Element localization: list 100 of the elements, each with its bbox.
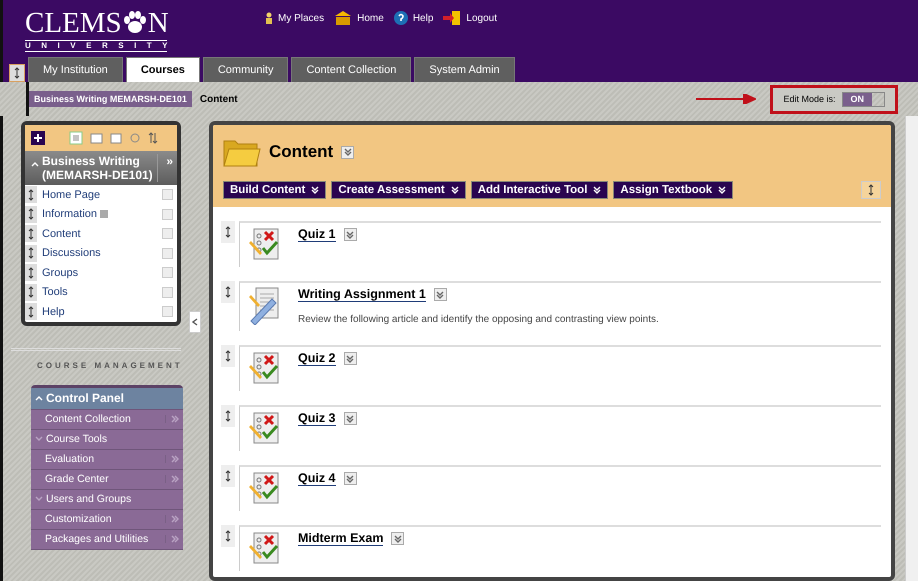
action-menu-button[interactable]: Build Content (223, 181, 326, 199)
section-heading: COURSE MANAGEMENT (36, 360, 181, 370)
edit-mode-label: Edit Mode is: (783, 94, 836, 104)
double-caret-icon (450, 186, 459, 194)
nav-tab[interactable]: Courses (126, 57, 200, 82)
control-panel-item[interactable]: Packages and Utilities (31, 530, 183, 550)
action-menu-button[interactable]: Add Interactive Tool (470, 181, 608, 199)
control-panel-label: Evaluation (45, 452, 94, 464)
nav-tab[interactable]: Content Collection (291, 57, 412, 82)
content-item-link[interactable]: Writing Assignment 1 (298, 287, 426, 302)
options-button[interactable] (391, 532, 404, 545)
options-button[interactable] (341, 146, 354, 158)
chevron-icon (171, 474, 179, 482)
collapse-button[interactable] (189, 311, 201, 333)
reorder-icon[interactable] (868, 184, 874, 196)
double-caret-icon (436, 290, 444, 298)
add-icon[interactable] (31, 131, 45, 145)
drag-handle-icon[interactable] (225, 226, 231, 238)
double-caret-icon (394, 534, 402, 542)
content-item-link[interactable]: Quiz 2 (298, 351, 336, 366)
course-menu-link[interactable]: Groups (42, 266, 78, 279)
chevron-icon (171, 454, 179, 462)
logo-subtitle: UNIVERSITY (25, 40, 167, 52)
control-panel-item[interactable]: Customization (31, 510, 183, 530)
top-link[interactable]: Help (394, 10, 434, 26)
drag-handle-icon[interactable] (28, 266, 34, 279)
drag-handle-icon[interactable] (28, 228, 34, 240)
course-menu-link[interactable]: Discussions (42, 247, 101, 260)
item-description: Review the following article and identify the opposing and contrasting view points. (298, 314, 659, 325)
top-link[interactable]: Home (334, 10, 384, 26)
top-link[interactable]: My Places (265, 10, 324, 26)
drag-handle-icon[interactable] (28, 286, 34, 298)
nav-tab[interactable]: My Institution (28, 57, 123, 82)
breadcrumb-page: Content (200, 94, 238, 104)
drag-handle-icon[interactable] (225, 350, 231, 362)
control-panel-label: Grade Center (45, 472, 109, 484)
double-caret-icon (346, 414, 354, 422)
collapse-icon (35, 394, 43, 402)
collapse-icon (31, 160, 39, 168)
course-menu-link[interactable]: Information (42, 208, 108, 220)
control-panel-label: Course Tools (46, 432, 108, 444)
drag-handle-icon[interactable] (28, 188, 34, 201)
action-menu-button[interactable]: Create Assessment (331, 181, 466, 199)
content-item-link[interactable]: Quiz 4 (298, 471, 336, 486)
course-menu-link[interactable]: Help (42, 306, 65, 318)
options-button[interactable] (344, 472, 357, 485)
course-menu-link[interactable]: Tools (42, 286, 68, 298)
double-caret-icon (718, 186, 726, 194)
drag-handle-icon[interactable] (28, 208, 34, 220)
drag-handle-icon[interactable] (28, 306, 34, 318)
options-button[interactable] (434, 288, 447, 301)
chevron-icon (171, 534, 179, 542)
expand-toggle[interactable]: » (157, 154, 173, 182)
control-panel-item[interactable]: Grade Center (31, 470, 183, 490)
control-panel-label: Customization (45, 512, 112, 524)
scrollbar[interactable] (905, 116, 918, 581)
control-panel-item[interactable]: Course Tools (31, 430, 183, 450)
double-caret-icon (346, 230, 354, 238)
logo-text: N (148, 8, 169, 38)
paw-icon (122, 11, 148, 35)
chevron-icon (171, 414, 179, 422)
content-item-link[interactable]: Quiz 3 (298, 411, 336, 426)
options-button[interactable] (344, 412, 357, 425)
options-button[interactable] (344, 352, 357, 365)
double-caret-icon (346, 474, 354, 482)
nav-tab[interactable]: System Admin (414, 57, 515, 82)
course-menu-link[interactable]: Home Page (42, 188, 100, 201)
course-title: Business Writing (MEMARSH-DE101) (42, 154, 154, 182)
control-panel-item[interactable]: Evaluation (31, 450, 183, 470)
top-link[interactable]: Logout (443, 10, 497, 26)
breadcrumb-course[interactable]: Business Writing MEMARSH-DE101 (29, 91, 192, 107)
expand-icon (35, 434, 43, 442)
chevron-icon (171, 514, 179, 522)
person-icon (265, 12, 273, 24)
drag-handle-icon[interactable] (225, 410, 231, 422)
drag-handle-icon[interactable] (225, 470, 231, 482)
help-icon (394, 11, 408, 25)
double-caret-icon (311, 186, 320, 194)
course-menu-link[interactable]: Content (42, 228, 81, 240)
control-panel-label: Control Panel (46, 390, 124, 404)
logo-text: CLEMS (25, 8, 122, 38)
options-button[interactable] (344, 228, 357, 241)
control-panel-item[interactable]: Content Collection (31, 410, 183, 430)
content-item-link[interactable]: Midterm Exam (298, 531, 384, 546)
double-caret-icon (344, 148, 352, 156)
exit-icon (443, 11, 462, 25)
drag-handle-icon[interactable] (225, 286, 231, 298)
double-caret-icon (346, 354, 354, 362)
arrow-icon (696, 94, 756, 104)
reorder-button[interactable] (861, 181, 881, 199)
edit-mode-toggle[interactable]: ON (842, 92, 885, 106)
content-item-link[interactable]: Quiz 1 (298, 227, 336, 242)
drag-handle-icon[interactable] (225, 530, 231, 542)
drag-handle-icon[interactable] (28, 247, 34, 260)
control-panel-item[interactable]: Control Panel (31, 388, 183, 410)
layout-icon[interactable] (9, 64, 25, 82)
nav-tab[interactable]: Community (202, 57, 288, 82)
double-caret-icon (593, 186, 602, 194)
control-panel-item[interactable]: Users and Groups (31, 490, 183, 510)
action-menu-button[interactable]: Assign Textbook (613, 181, 734, 199)
